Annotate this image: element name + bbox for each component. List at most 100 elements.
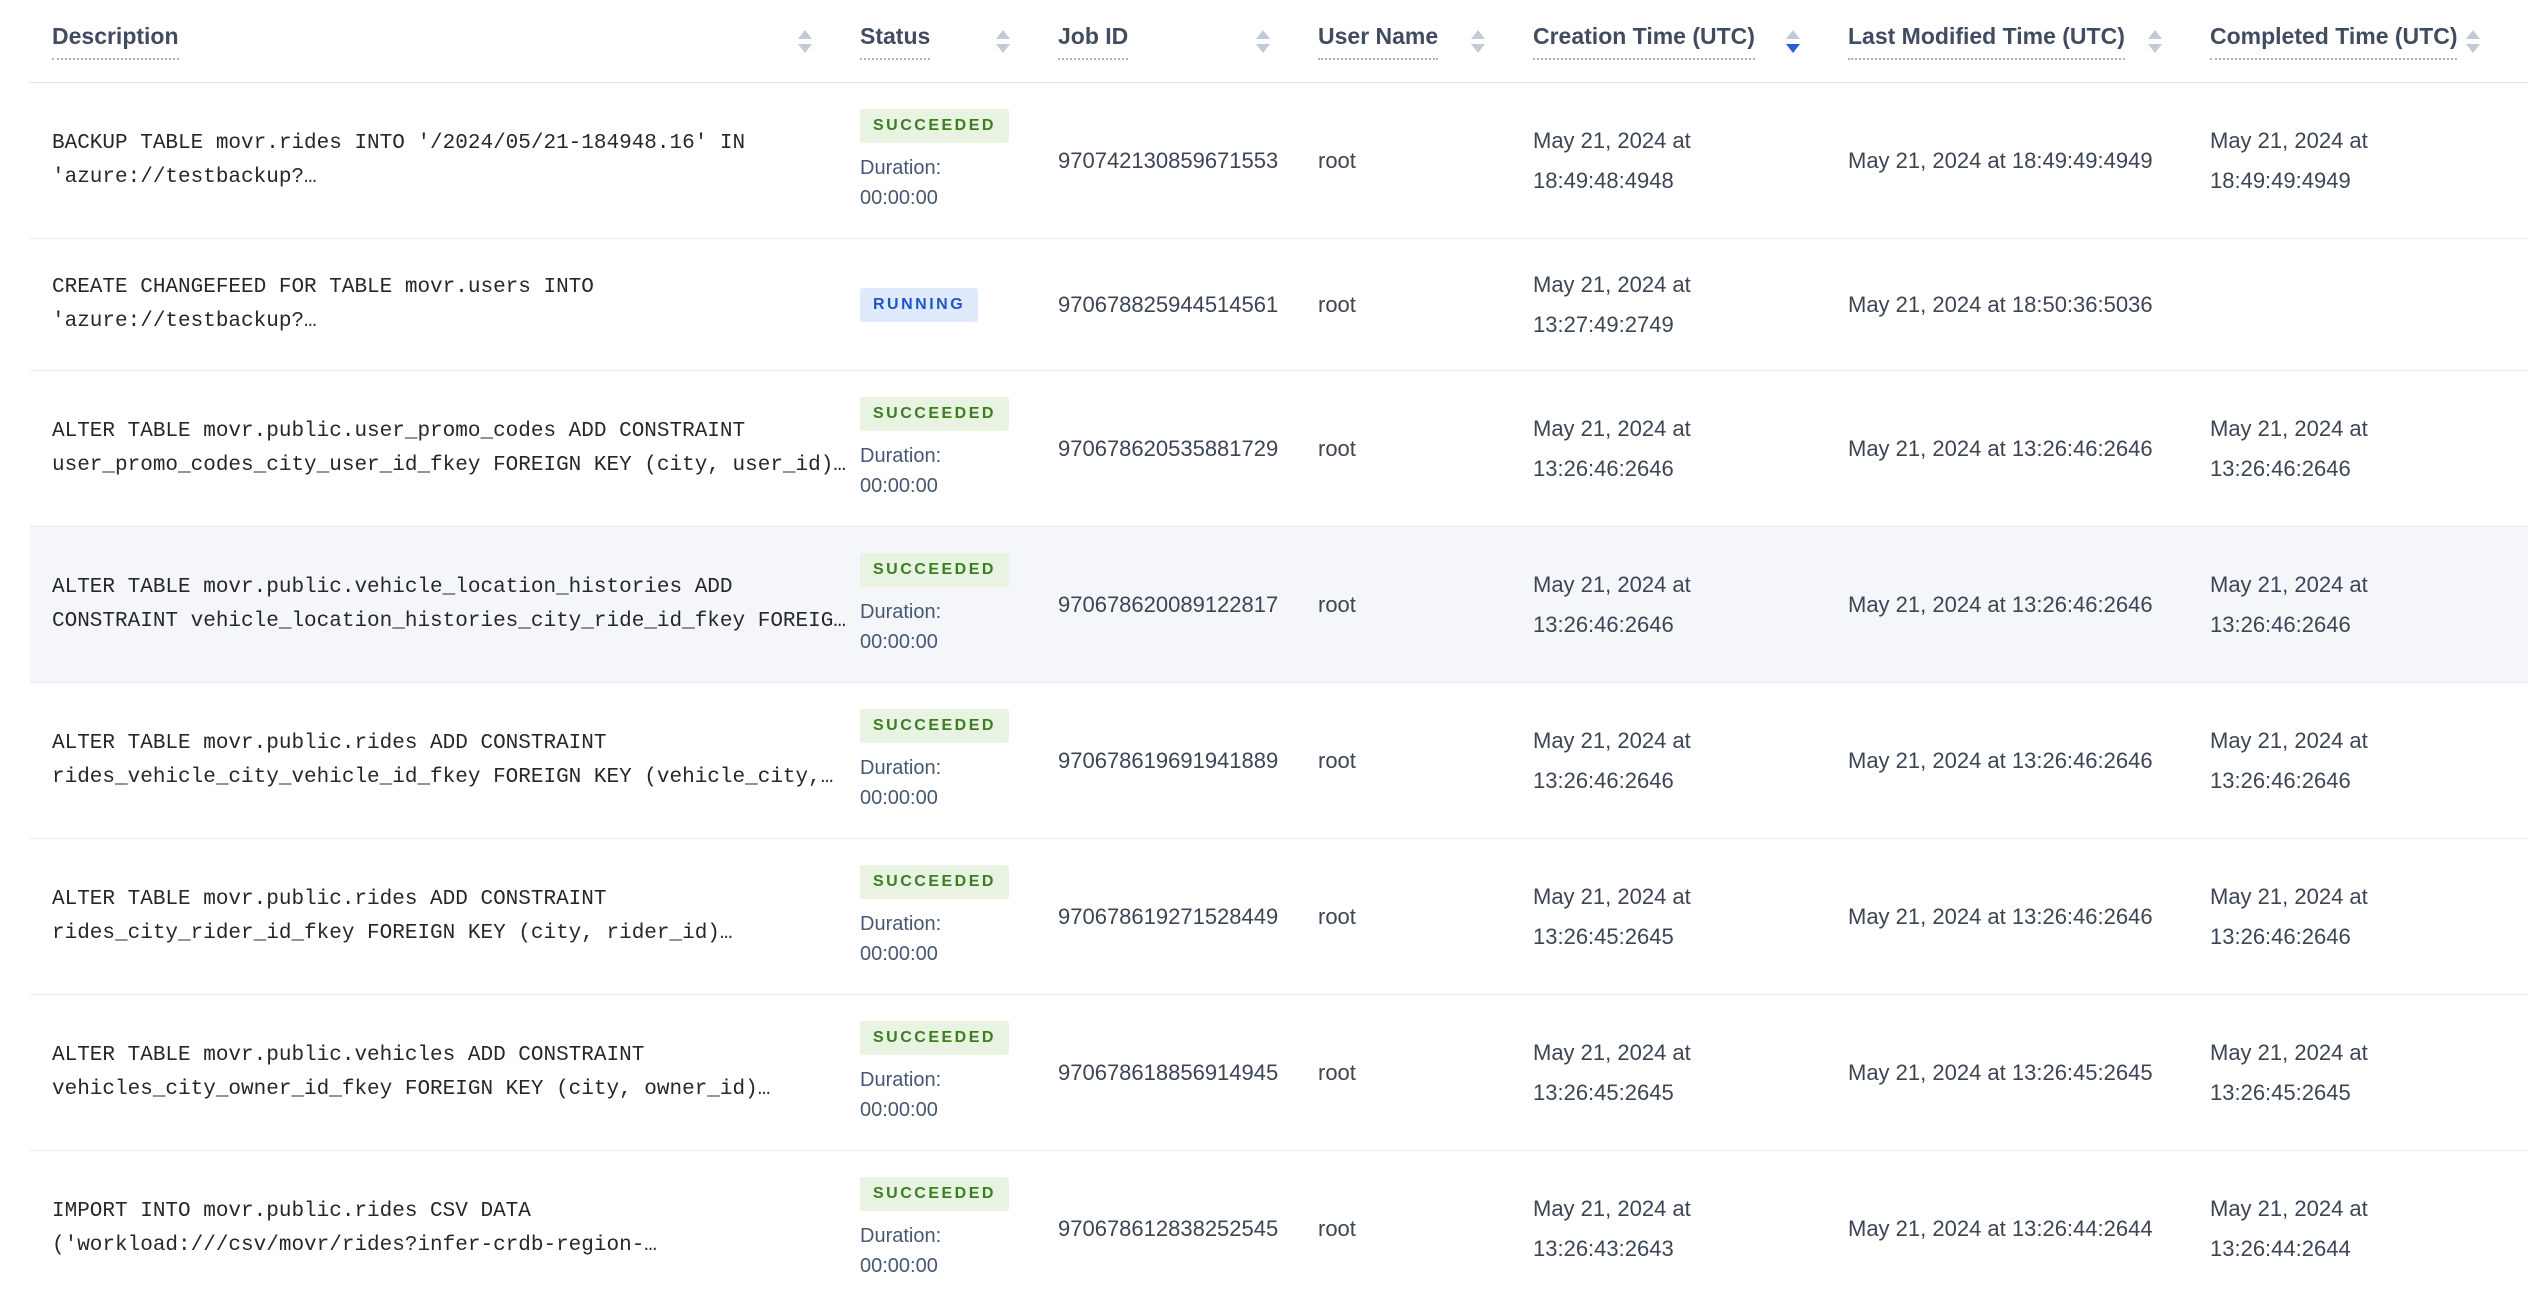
sort-caret-up-icon xyxy=(1786,29,1800,39)
creation-time-cell: May 21, 2024 at 18:49:48:4948 xyxy=(1533,128,1691,193)
sort-icon[interactable] xyxy=(798,29,812,53)
duration-label: Duration: xyxy=(860,1225,942,1247)
creation-time-cell: May 21, 2024 at 13:26:45:2645 xyxy=(1533,884,1691,949)
sort-caret-up-icon xyxy=(2466,29,2480,39)
job-status-cell: SUCCEEDED Duration: 00:00:00 xyxy=(860,553,1058,657)
job-id-cell: 970678612838252545 xyxy=(1058,1216,1279,1241)
duration-value: 00:00:00 xyxy=(860,187,938,209)
duration-label: Duration: xyxy=(860,1069,942,1091)
duration-value: 00:00:00 xyxy=(860,475,938,497)
job-description-text[interactable]: IMPORT INTO movr.public.rides CSV DATA (… xyxy=(52,1195,853,1263)
sort-icon[interactable] xyxy=(1786,29,1800,53)
job-status-cell: SUCCEEDED Duration: 00:00:00 xyxy=(860,865,1058,969)
job-description-cell[interactable]: ALTER TABLE movr.public.vehicles ADD CON… xyxy=(30,1039,860,1107)
job-status-cell: SUCCEEDED Duration: 00:00:00 xyxy=(860,1021,1058,1125)
job-description-text[interactable]: ALTER TABLE movr.public.rides ADD CONSTR… xyxy=(52,727,853,795)
table-row: ALTER TABLE movr.public.rides ADD CONSTR… xyxy=(30,839,2528,995)
sort-icon[interactable] xyxy=(996,29,1010,53)
table-row: IMPORT INTO movr.public.rides CSV DATA (… xyxy=(30,1151,2528,1292)
job-description-cell[interactable]: ALTER TABLE movr.public.user_promo_codes… xyxy=(30,415,860,483)
sort-caret-down-icon xyxy=(2148,43,2162,53)
user-name-cell: root xyxy=(1318,748,1356,773)
table-row: ALTER TABLE movr.public.vehicles ADD CON… xyxy=(30,995,2528,1151)
job-duration: Duration: 00:00:00 xyxy=(860,909,1058,969)
duration-value: 00:00:00 xyxy=(860,943,938,965)
creation-time-cell: May 21, 2024 at 13:26:43:2643 xyxy=(1533,1196,1691,1261)
duration-value: 00:00:00 xyxy=(860,1255,938,1277)
creation-time-cell: May 21, 2024 at 13:26:46:2646 xyxy=(1533,572,1691,637)
table-row: CREATE CHANGEFEED FOR TABLE movr.users I… xyxy=(30,239,2528,371)
duration-label: Duration: xyxy=(860,757,942,779)
job-description-text[interactable]: BACKUP TABLE movr.rides INTO '/2024/05/2… xyxy=(52,127,853,195)
sort-icon[interactable] xyxy=(1256,29,1270,53)
column-header-label: Completed Time (UTC) xyxy=(2210,22,2458,60)
job-description-text[interactable]: ALTER TABLE movr.public.vehicle_location… xyxy=(52,571,853,639)
duration-value: 00:00:00 xyxy=(860,631,938,653)
table-row: BACKUP TABLE movr.rides INTO '/2024/05/2… xyxy=(30,83,2528,239)
last-modified-time-cell: May 21, 2024 at 13:26:46:2646 xyxy=(1848,436,2153,461)
sort-caret-down-icon xyxy=(798,43,812,53)
column-header-label: Job ID xyxy=(1058,22,1129,60)
job-duration: Duration: 00:00:00 xyxy=(860,441,1058,501)
job-id-cell: 970678619691941889 xyxy=(1058,748,1279,773)
status-badge: SUCCEEDED xyxy=(860,553,1009,587)
column-header-completed-time-utc[interactable]: Completed Time (UTC) xyxy=(2210,22,2528,60)
last-modified-time-cell: May 21, 2024 at 13:26:45:2645 xyxy=(1848,1060,2153,1085)
sort-icon[interactable] xyxy=(2466,29,2480,53)
job-description-text[interactable]: CREATE CHANGEFEED FOR TABLE movr.users I… xyxy=(52,271,853,339)
creation-time-cell: May 21, 2024 at 13:26:46:2646 xyxy=(1533,416,1691,481)
job-duration: Duration: 00:00:00 xyxy=(860,1065,1058,1125)
job-id-cell: 970678618856914945 xyxy=(1058,1060,1279,1085)
job-description-text[interactable]: ALTER TABLE movr.public.rides ADD CONSTR… xyxy=(52,883,853,951)
sort-caret-down-icon xyxy=(1256,43,1270,53)
user-name-cell: root xyxy=(1318,592,1356,617)
job-id-cell: 970678620535881729 xyxy=(1058,436,1279,461)
sort-caret-down-icon xyxy=(2466,43,2480,53)
job-description-cell[interactable]: IMPORT INTO movr.public.rides CSV DATA (… xyxy=(30,1195,860,1263)
user-name-cell: root xyxy=(1318,148,1356,173)
duration-label: Duration: xyxy=(860,913,942,935)
table-row: ALTER TABLE movr.public.rides ADD CONSTR… xyxy=(30,683,2528,839)
creation-time-cell: May 21, 2024 at 13:27:49:2749 xyxy=(1533,272,1691,337)
completed-time-cell: May 21, 2024 at 13:26:46:2646 xyxy=(2210,884,2368,949)
user-name-cell: root xyxy=(1318,292,1356,317)
column-header-description[interactable]: Description xyxy=(30,22,860,60)
sort-icon[interactable] xyxy=(1471,29,1485,53)
user-name-cell: root xyxy=(1318,1216,1356,1241)
completed-time-cell: May 21, 2024 at 13:26:45:2645 xyxy=(2210,1040,2368,1105)
job-status-cell: RUNNING xyxy=(860,288,1058,322)
sort-caret-up-icon xyxy=(1471,29,1485,39)
column-header-creation-time-utc[interactable]: Creation Time (UTC) xyxy=(1533,22,1848,60)
job-description-cell[interactable]: ALTER TABLE movr.public.rides ADD CONSTR… xyxy=(30,883,860,951)
completed-time-cell: May 21, 2024 at 13:26:46:2646 xyxy=(2210,728,2368,793)
job-description-cell[interactable]: BACKUP TABLE movr.rides INTO '/2024/05/2… xyxy=(30,127,860,195)
duration-label: Duration: xyxy=(860,157,942,179)
completed-time-cell: May 21, 2024 at 13:26:46:2646 xyxy=(2210,416,2368,481)
duration-label: Duration: xyxy=(860,445,942,467)
table-row: ALTER TABLE movr.public.user_promo_codes… xyxy=(30,371,2528,527)
job-id-cell: 970678619271528449 xyxy=(1058,904,1279,929)
job-description-cell[interactable]: ALTER TABLE movr.public.vehicle_location… xyxy=(30,571,860,639)
job-status-cell: SUCCEEDED Duration: 00:00:00 xyxy=(860,709,1058,813)
column-header-job-id[interactable]: Job ID xyxy=(1058,22,1318,60)
status-badge: SUCCEEDED xyxy=(860,709,1009,743)
job-status-cell: SUCCEEDED Duration: 00:00:00 xyxy=(860,1177,1058,1281)
job-description-text[interactable]: ALTER TABLE movr.public.user_promo_codes… xyxy=(52,415,853,483)
job-status-cell: SUCCEEDED Duration: 00:00:00 xyxy=(860,109,1058,213)
duration-label: Duration: xyxy=(860,601,942,623)
last-modified-time-cell: May 21, 2024 at 13:26:46:2646 xyxy=(1848,904,2153,929)
user-name-cell: root xyxy=(1318,904,1356,929)
column-header-status[interactable]: Status xyxy=(860,22,1058,60)
sort-caret-up-icon xyxy=(2148,29,2162,39)
job-description-text[interactable]: ALTER TABLE movr.public.vehicles ADD CON… xyxy=(52,1039,853,1107)
status-badge: SUCCEEDED xyxy=(860,865,1009,899)
column-header-user-name[interactable]: User Name xyxy=(1318,22,1533,60)
sort-icon[interactable] xyxy=(2148,29,2162,53)
job-description-cell[interactable]: ALTER TABLE movr.public.rides ADD CONSTR… xyxy=(30,727,860,795)
creation-time-cell: May 21, 2024 at 13:26:45:2645 xyxy=(1533,1040,1691,1105)
last-modified-time-cell: May 21, 2024 at 13:26:46:2646 xyxy=(1848,748,2153,773)
column-header-last-modified-time-utc[interactable]: Last Modified Time (UTC) xyxy=(1848,22,2210,60)
job-id-cell: 970678825944514561 xyxy=(1058,292,1279,317)
job-description-cell[interactable]: CREATE CHANGEFEED FOR TABLE movr.users I… xyxy=(30,271,860,339)
job-duration: Duration: 00:00:00 xyxy=(860,597,1058,657)
